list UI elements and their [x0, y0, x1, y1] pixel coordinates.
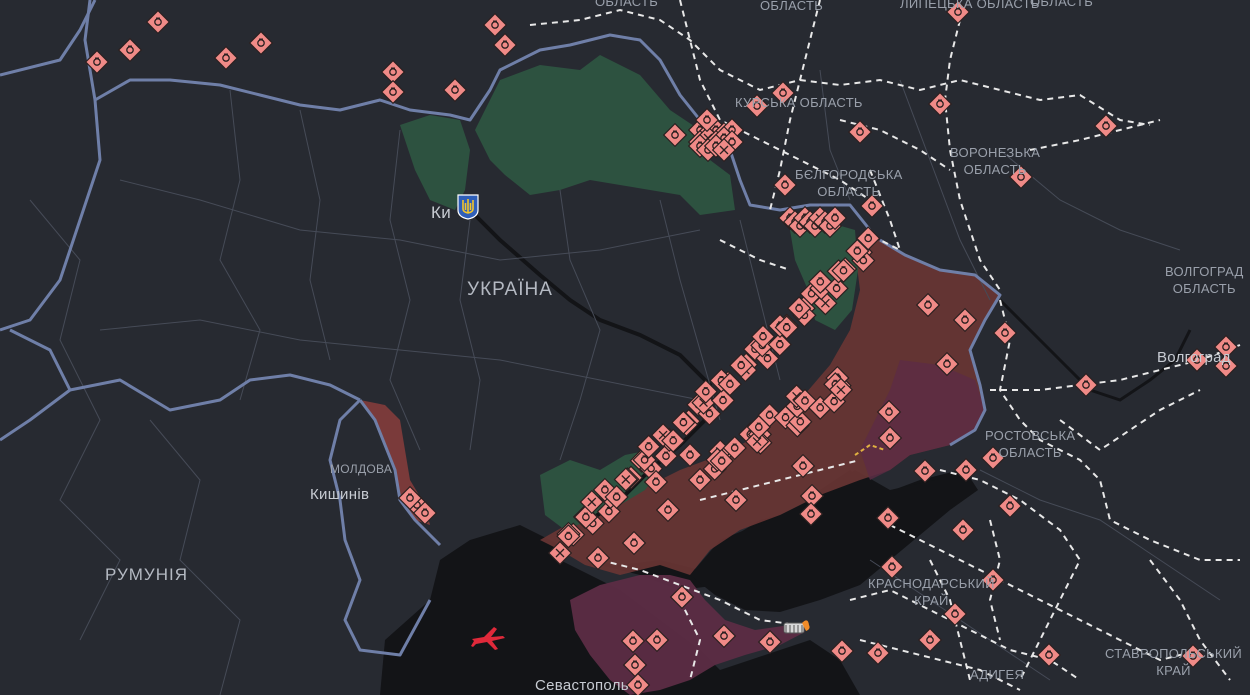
- event-marker[interactable]: [866, 641, 890, 665]
- event-marker[interactable]: [935, 352, 959, 376]
- label-krasnodar-line1: КРАСНОДАРСЬКИЙ: [868, 576, 995, 591]
- event-marker[interactable]: [1094, 114, 1118, 138]
- label-voronezh-line1: ВОРОНЕЗЬКА: [950, 145, 1041, 160]
- event-marker[interactable]: [381, 80, 405, 104]
- label-top-oblast-3: ОБЛАСТЬ: [1030, 0, 1094, 9]
- event-marker[interactable]: [791, 454, 815, 478]
- event-marker[interactable]: [830, 639, 854, 663]
- trident-coat-of-arms-icon[interactable]: [457, 194, 479, 220]
- event-marker[interactable]: [928, 92, 952, 116]
- event-marker[interactable]: [724, 488, 748, 512]
- event-marker[interactable]: [1074, 373, 1098, 397]
- event-marker[interactable]: [85, 50, 109, 74]
- event-marker[interactable]: [876, 506, 900, 530]
- event-marker[interactable]: [878, 426, 902, 450]
- event-marker[interactable]: [993, 321, 1017, 345]
- event-marker[interactable]: [913, 459, 937, 483]
- label-sevastopol: Севастополь: [535, 677, 629, 694]
- label-lipetsk-oblast: ЛИПЕЦЬКА ОБЛАСТЬ: [900, 0, 1040, 11]
- crimean-bridge-icon[interactable]: [782, 615, 812, 637]
- label-top-oblast-2: ОБЛАСТЬ: [760, 0, 824, 13]
- event-marker[interactable]: [626, 673, 650, 695]
- label-voronezh-line2: ОБЛАСТЬ: [963, 162, 1027, 177]
- label-romania: РУМУНІЯ: [105, 565, 189, 584]
- label-top-oblast-1: ОБЛАСТЬ: [595, 0, 659, 9]
- label-ukraine: УКРАЇНА: [467, 279, 553, 300]
- event-marker[interactable]: [954, 458, 978, 482]
- label-rostov-line1: РОСТОВСЬКА: [985, 428, 1076, 443]
- label-volgograd-oblast: ВОЛГОГРАД ОБЛАСТЬ: [1165, 263, 1244, 297]
- event-marker[interactable]: [249, 31, 273, 55]
- event-marker[interactable]: [663, 123, 687, 147]
- label-stavropol-line2: КРАЙ: [1156, 663, 1191, 678]
- event-marker[interactable]: [678, 443, 702, 467]
- label-belgorod-line1: БЄЛГОРОДСЬКА: [795, 167, 903, 182]
- event-marker[interactable]: [623, 653, 647, 677]
- event-marker[interactable]: [214, 46, 238, 70]
- event-marker[interactable]: [493, 33, 517, 57]
- event-marker[interactable]: [670, 585, 694, 609]
- event-marker[interactable]: [758, 630, 782, 654]
- event-marker[interactable]: [773, 173, 797, 197]
- war-map[interactable]: УКРАЇНА Ки МОЛДОВА Кишинів РУМУНІЯ Севас…: [0, 0, 1250, 695]
- event-marker[interactable]: [118, 38, 142, 62]
- event-marker[interactable]: [951, 518, 975, 542]
- markers-layer: [85, 0, 1238, 695]
- event-marker[interactable]: [656, 498, 680, 522]
- event-marker[interactable]: [799, 502, 823, 526]
- label-belgorod-oblast: БЄЛГОРОДСЬКА ОБЛАСТЬ: [795, 166, 903, 200]
- event-marker[interactable]: [918, 628, 942, 652]
- event-marker[interactable]: [916, 293, 940, 317]
- label-voronezh-oblast: ВОРОНЕЗЬКА ОБЛАСТЬ: [950, 144, 1040, 178]
- event-marker[interactable]: [483, 13, 507, 37]
- label-krasnodar-line2: КРАЙ: [914, 593, 949, 608]
- event-marker[interactable]: [877, 400, 901, 424]
- label-stavropol-krai: СТАВРОПОЛЬСЬКИЙ КРАЙ: [1105, 645, 1242, 679]
- event-marker[interactable]: [1037, 643, 1061, 667]
- event-marker[interactable]: [443, 78, 467, 102]
- label-kyiv: Ки: [431, 203, 451, 222]
- event-marker[interactable]: [146, 10, 170, 34]
- event-marker[interactable]: [622, 531, 646, 555]
- event-marker[interactable]: [586, 546, 610, 570]
- event-marker[interactable]: [645, 628, 669, 652]
- label-volgograd-line1: ВОЛГОГРАД: [1165, 264, 1244, 279]
- label-volgograd-line2: ОБЛАСТЬ: [1172, 281, 1236, 296]
- label-rostov-line2: ОБЛАСТЬ: [998, 445, 1062, 460]
- event-marker[interactable]: [998, 494, 1022, 518]
- label-moldova: МОЛДОВА: [330, 462, 393, 476]
- event-marker[interactable]: [953, 308, 977, 332]
- label-krasnodar-krai: КРАСНОДАРСЬКИЙ КРАЙ: [868, 575, 995, 609]
- red-aircraft-icon[interactable]: [470, 625, 506, 651]
- label-kursk-oblast: КУРСЬКА ОБЛАСТЬ: [735, 95, 863, 110]
- label-chisinau: Кишинів: [310, 486, 370, 503]
- label-belgorod-line2: ОБЛАСТЬ: [817, 184, 881, 199]
- event-marker[interactable]: [712, 624, 736, 648]
- label-adygea: АДИГЕЯ: [970, 667, 1025, 682]
- label-volgograd-city: Волгоград: [1157, 349, 1231, 366]
- label-rostov-oblast: РОСТОВСЬКА ОБЛАСТЬ: [985, 427, 1075, 461]
- event-marker[interactable]: [621, 629, 645, 653]
- label-stavropol-line1: СТАВРОПОЛЬСЬКИЙ: [1105, 646, 1243, 661]
- event-marker[interactable]: [848, 120, 872, 144]
